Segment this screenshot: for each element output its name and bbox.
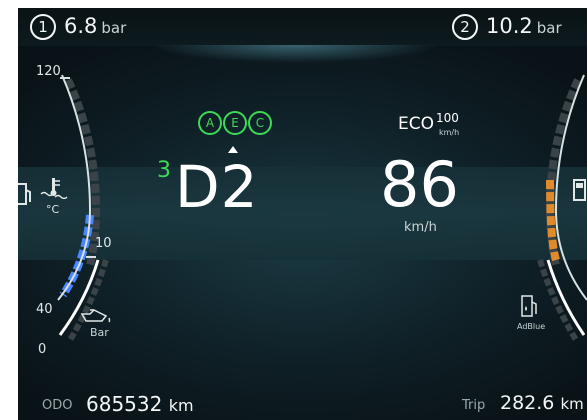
speed-unit: km/h (404, 220, 437, 235)
adblue-pump-icon (521, 295, 537, 317)
eco-limit: 100 (436, 111, 459, 125)
oil-pressure-icon (80, 309, 111, 323)
oil-scale-low: 0 (38, 342, 47, 357)
speedometer-value: 86 (380, 148, 459, 221)
coolant-scale-top: 120 (36, 64, 61, 79)
trip-meter: 282.6 km (500, 392, 584, 414)
adblue-gauge-arc (546, 259, 586, 336)
odometer-unit: km (168, 396, 194, 415)
fuel-pump-icon (573, 179, 586, 201)
eco-unit: km/h (439, 128, 460, 137)
adblue-label: AdBlue (517, 322, 546, 331)
tire-pressure-right-value: 10.2 (486, 14, 533, 38)
gear-indicator: D2 (175, 153, 259, 221)
tire-pressure-left: 1 6.8 bar (30, 14, 126, 40)
odometer-label: ODO (42, 398, 73, 413)
shift-up-arrow-icon (228, 146, 238, 153)
frame-top (0, 0, 587, 8)
coolant-temperature-icon (40, 178, 68, 199)
odometer-value: 685532 (86, 392, 163, 416)
coolant-scale-low: 10 (95, 236, 112, 251)
axle-1-icon: 1 (30, 14, 56, 40)
tire-pressure-left-value: 6.8 (64, 14, 98, 38)
fuel-gauge-track (545, 78, 582, 266)
tire-pressure-right: 2 10.2 bar (452, 14, 562, 40)
frame-left (0, 0, 18, 420)
tire-pressure-left-unit: bar (101, 19, 127, 37)
assist-indicator-c: C (248, 111, 272, 135)
coolant-gauge-track (64, 78, 101, 266)
assist-indicator-e: E (223, 111, 247, 135)
coolant-gauge-fill (59, 214, 94, 298)
tire-pressure-right-unit: bar (536, 19, 562, 37)
gear-range: 3 (157, 158, 171, 183)
oil-unit: Bar (90, 326, 109, 339)
odometer: 685532 km (86, 392, 194, 416)
top-glow (150, 45, 440, 63)
fuel-pump-icon-left (18, 183, 31, 205)
coolant-unit: °C (46, 203, 60, 216)
trip-label: Trip (462, 398, 486, 413)
oil-scale-high: 40 (36, 302, 53, 317)
axle-2-icon: 2 (452, 14, 478, 40)
assist-indicator-a: A (198, 111, 222, 135)
trip-unit: km (560, 395, 584, 413)
eco-label: ECO (398, 114, 434, 134)
trip-value: 282.6 (500, 392, 555, 414)
